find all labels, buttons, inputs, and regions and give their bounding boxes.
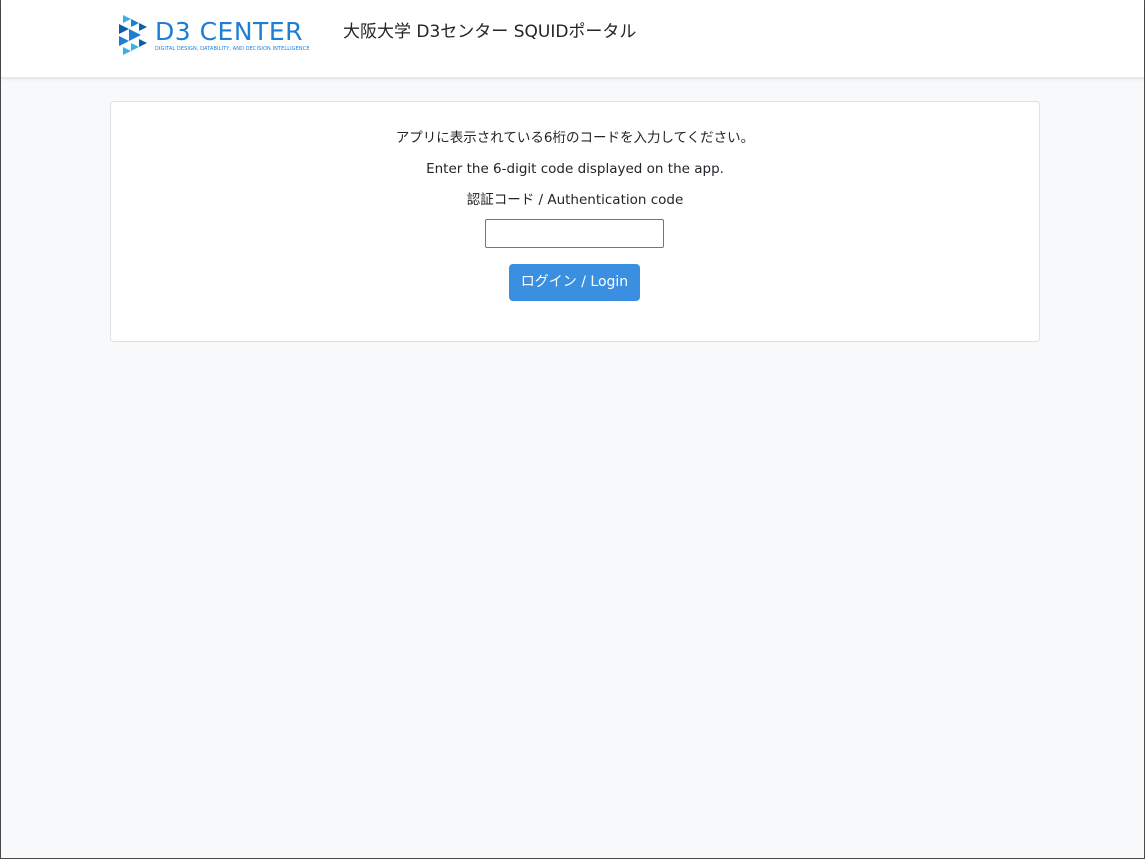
site-title[interactable]: 大阪大学 D3センター SQUIDポータル bbox=[343, 20, 636, 44]
login-button[interactable]: ログイン / Login bbox=[509, 264, 640, 301]
d3-center-logo[interactable]: D3 CENTER DIGITAL DESIGN, DATABILITY, AN… bbox=[117, 13, 310, 57]
authentication-code-input[interactable] bbox=[485, 219, 664, 248]
instruction-japanese: アプリに表示されている6桁のコードを入力してください。 bbox=[395, 130, 755, 146]
authentication-code-label: 認証コード / Authentication code bbox=[466, 192, 684, 208]
brand[interactable]: D3 CENTER DIGITAL DESIGN, DATABILITY, AN… bbox=[117, 13, 310, 57]
logo-text: D3 CENTER DIGITAL DESIGN, DATABILITY, AN… bbox=[155, 16, 310, 52]
auth-card: アプリに表示されている6桁のコードを入力してください。 Enter the 6-… bbox=[110, 101, 1040, 342]
logo-wordmark: D3 CENTER bbox=[155, 16, 303, 46]
site-header: D3 CENTER DIGITAL DESIGN, DATABILITY, AN… bbox=[1, 0, 1144, 78]
d3-center-logo-icon bbox=[119, 15, 147, 55]
logo-tagline: DIGITAL DESIGN, DATABILITY, AND DECISION… bbox=[155, 45, 310, 52]
instruction-english: Enter the 6-digit code displayed on the … bbox=[426, 161, 724, 177]
